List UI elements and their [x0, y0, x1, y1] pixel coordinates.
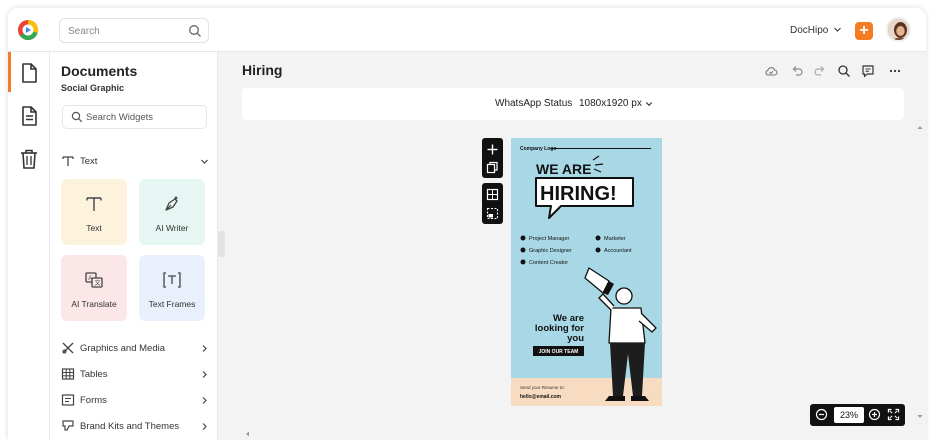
role-item: Project Manager [529, 236, 570, 242]
dimensions-label[interactable]: 1080x1920 px [579, 98, 642, 109]
page-tools-bottom [482, 183, 503, 224]
role-item: Accountant [604, 248, 632, 254]
section-label: Forms [80, 395, 107, 406]
rail-active-indicator [8, 52, 11, 92]
section-label: Tables [80, 369, 108, 380]
vertical-scrollbar[interactable] [916, 122, 924, 422]
app-window: DocHipo + [8, 8, 926, 440]
chevron-right-icon [202, 371, 207, 378]
translate-icon: A 文 [85, 272, 103, 288]
widget-card-text-frames[interactable]: Text Frames [139, 255, 205, 321]
search-icon[interactable] [188, 24, 202, 38]
email-text: hello@email.com [520, 394, 562, 400]
company-logo-text: Company Logo [520, 146, 556, 152]
horizontal-scrollbar[interactable] [242, 430, 902, 438]
chevron-down-icon [201, 159, 208, 164]
chevron-right-icon [202, 397, 207, 404]
account-name[interactable]: DocHipo [790, 25, 828, 36]
global-search[interactable] [59, 18, 209, 43]
table-icon [61, 368, 75, 380]
headline-hiring: HIRING! [540, 183, 617, 205]
zoom-in-icon[interactable] [868, 408, 881, 421]
documents-icon[interactable] [16, 60, 42, 86]
widget-card-ai-writer[interactable]: AI Writer [139, 179, 205, 245]
role-item: Marketer [604, 236, 626, 242]
format-bar[interactable]: WhatsApp Status 1080x1920 px [242, 88, 904, 120]
widget-card-ai-translate[interactable]: A 文 AI Translate [61, 255, 127, 321]
join-team-cta: JOIN OUR TEAM [539, 349, 579, 355]
fullscreen-icon[interactable] [887, 408, 900, 421]
app-logo[interactable] [17, 19, 39, 41]
grid-layout-icon[interactable] [486, 188, 499, 201]
section-brand-kits[interactable]: Brand Kits and Themes [61, 419, 209, 435]
format-label[interactable]: WhatsApp Status [495, 98, 572, 109]
section-tables[interactable]: Tables [61, 367, 209, 383]
add-button[interactable]: + [855, 22, 873, 40]
section-forms[interactable]: Forms [61, 393, 209, 409]
chevron-down-icon[interactable] [645, 100, 653, 108]
duplicate-page-icon[interactable] [486, 161, 499, 174]
widget-search[interactable] [62, 105, 207, 129]
cloud-save-icon[interactable] [764, 64, 778, 78]
trash-icon[interactable] [16, 146, 42, 172]
chevron-right-icon [202, 423, 207, 430]
card-label: Text [86, 223, 102, 233]
section-label: Text [80, 156, 98, 167]
role-item: Graphic Designer [529, 248, 572, 254]
left-rail [8, 52, 50, 440]
document-title[interactable]: Hiring [242, 62, 282, 78]
design-canvas[interactable]: Company Logo WE ARE HIRING! Project Mana… [511, 138, 662, 406]
widgets-panel: Documents Social Graphic Text [50, 52, 218, 440]
headline-we-are: WE ARE [536, 161, 591, 177]
brand-kit-icon [62, 420, 74, 431]
role-item: Content Creator [529, 260, 568, 266]
text-icon [62, 156, 74, 166]
add-page-icon[interactable] [486, 143, 499, 156]
page-settings-icon[interactable] [486, 207, 499, 220]
undo-icon[interactable] [790, 64, 804, 78]
page-icon[interactable] [16, 103, 42, 129]
avatar-image [888, 19, 909, 40]
chevron-right-icon [202, 345, 207, 352]
pen-nib-icon [165, 196, 179, 211]
top-bar: DocHipo + [8, 8, 926, 52]
comment-icon[interactable] [861, 64, 875, 78]
card-label: AI Writer [155, 223, 189, 233]
svg-text:A: A [88, 276, 92, 282]
section-text[interactable]: Text [61, 154, 209, 170]
text-frame-icon [163, 272, 181, 288]
zoom-level[interactable]: 23% [834, 407, 864, 423]
widget-search-input[interactable] [86, 110, 196, 125]
more-options-icon[interactable] [888, 64, 902, 78]
panel-subtitle: Social Graphic [61, 83, 125, 93]
avatar[interactable] [886, 17, 911, 42]
section-label: Brand Kits and Themes [80, 421, 180, 432]
panel-collapse-handle[interactable] [218, 231, 225, 257]
card-label: AI Translate [71, 299, 117, 309]
resume-label: Send your Resume to: [520, 385, 565, 390]
zoom-controls: 23% [810, 404, 905, 426]
search-icon [71, 111, 83, 123]
text-icon [86, 197, 102, 211]
poster-artwork: Company Logo WE ARE HIRING! Project Mana… [511, 138, 662, 406]
widget-card-text[interactable]: Text [61, 179, 127, 245]
section-label: Graphics and Media [80, 343, 166, 354]
looking-line-3: you [567, 333, 584, 344]
redo-icon[interactable] [813, 64, 827, 78]
chevron-down-icon[interactable] [833, 25, 842, 34]
panel-title: Documents [61, 63, 138, 79]
search-input[interactable] [68, 23, 178, 39]
form-icon [61, 394, 75, 406]
section-graphics-media[interactable]: Graphics and Media [61, 341, 209, 357]
svg-text:文: 文 [95, 279, 101, 287]
search-icon[interactable] [837, 64, 851, 78]
zoom-out-icon[interactable] [815, 408, 828, 421]
graphics-icon [62, 342, 74, 354]
card-label: Text Frames [148, 299, 196, 309]
page-tools-top [482, 138, 503, 178]
